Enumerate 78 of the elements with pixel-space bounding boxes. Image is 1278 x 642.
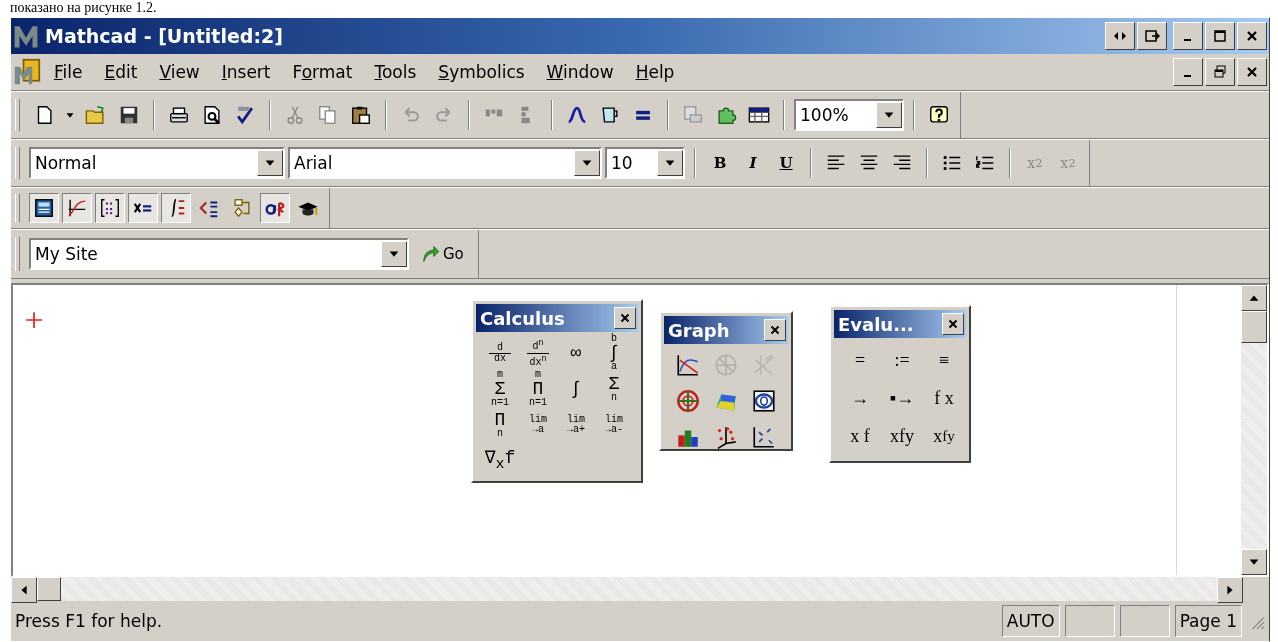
calculus-button[interactable]: ∫ [558,372,594,406]
document-logo-icon[interactable] [13,58,41,86]
palette-title: Evalu... [838,313,915,335]
status-panel [1064,605,1115,637]
vertical-scrollbar[interactable] [1241,285,1267,575]
calculus-button[interactable]: lim →a [520,408,556,442]
printer-icon[interactable] [168,104,190,126]
menu-item[interactable]: Symbolics [429,60,534,84]
status-panel [1119,605,1170,637]
close-icon[interactable] [768,323,782,337]
menu-item[interactable]: Help [626,60,684,84]
calculus-button[interactable]: Π n [482,408,518,442]
menu-item[interactable]: Edit [95,60,147,84]
evaluation-button[interactable]: ≡ [924,342,964,378]
calculus-button[interactable]: m Σ n=1 [482,372,518,406]
flowchart-icon[interactable] [231,197,253,219]
calculus-button[interactable]: lim →a- [596,408,632,442]
scroll-thumb[interactable] [37,577,61,601]
scroll-thumb[interactable] [1241,311,1267,343]
evaluation-button[interactable]: f x [924,380,964,416]
size-dropdown[interactable]: 10 [605,147,685,179]
arrow-icon [420,244,440,264]
print-preview-icon[interactable] [201,104,223,126]
evaluation-button[interactable]: xfy [882,418,922,454]
xy-plot-icon[interactable] [675,352,701,378]
style-dropdown[interactable]: Normal [29,147,285,179]
italic-button[interactable]: I [738,148,768,178]
function-icon[interactable] [566,104,588,126]
zoom-dropdown[interactable]: 100% [794,99,904,131]
close-icon[interactable] [618,311,632,325]
evaluation-button[interactable]: x f [840,418,880,454]
folder-icon[interactable] [85,104,107,126]
evaluation-button[interactable]: := [882,342,922,378]
address-dropdown[interactable]: My Site [29,238,409,270]
status-panel: Page 1 [1174,605,1242,637]
maximize-icon[interactable] [1212,28,1228,44]
horizontal-scrollbar[interactable] [11,577,1243,601]
menu-item[interactable]: Insert [212,60,280,84]
calculator-icon[interactable] [33,197,55,219]
calculus-button[interactable]: d$^{n}$ dx$^{n}$ [520,336,556,370]
font-dropdown[interactable]: Arial [288,147,602,179]
calculus-button[interactable]: ∞ [558,336,594,370]
menu-item[interactable]: File [45,60,92,84]
cursor-icon [25,311,43,329]
cup-icon[interactable] [599,104,621,126]
go-button[interactable]: Go [412,244,472,264]
calculus-button[interactable]: lim →a+ [558,408,594,442]
menu-item[interactable]: View [150,60,209,84]
evaluation-button[interactable]: = [840,342,880,378]
polar-grid-icon[interactable] [675,388,701,414]
calculus-button[interactable]: d dx [482,336,518,370]
status-panel: AUTO [1001,605,1060,637]
palette-title: Graph [668,319,731,341]
close-icon[interactable] [946,317,960,331]
restore-icon[interactable] [1212,64,1228,80]
window-title: Mathcad - [Untitled:2] [45,25,284,47]
bold-button[interactable]: B [705,148,735,178]
clipboard-icon[interactable] [350,104,372,126]
copy-icon[interactable] [317,104,339,126]
status-message: Press F1 for help. [15,611,164,631]
matrix-icon[interactable] [99,197,121,219]
palette-title: Calculus [480,307,566,329]
calculus-button[interactable]: ∇$_{x}$f [482,444,518,478]
app-logo-icon [13,23,39,49]
contour-plot-icon[interactable] [751,388,777,414]
menu-item[interactable]: Window [537,60,623,84]
window-icon[interactable] [1144,28,1160,44]
menu-item[interactable]: Tools [365,60,426,84]
caption-text: показано на рисунке 1.2. [9,0,158,15]
spell-check-icon[interactable] [234,104,256,126]
evaluation-button[interactable]: ▪→ [882,380,922,416]
help-icon[interactable] [928,104,950,126]
vector-field-icon[interactable] [751,424,777,450]
underline-button[interactable]: U [771,148,801,178]
table-icon[interactable] [748,104,770,126]
menu-item[interactable]: Format [283,60,362,84]
graph-icon[interactable] [66,197,88,219]
evaluation-button[interactable]: → [840,380,880,416]
